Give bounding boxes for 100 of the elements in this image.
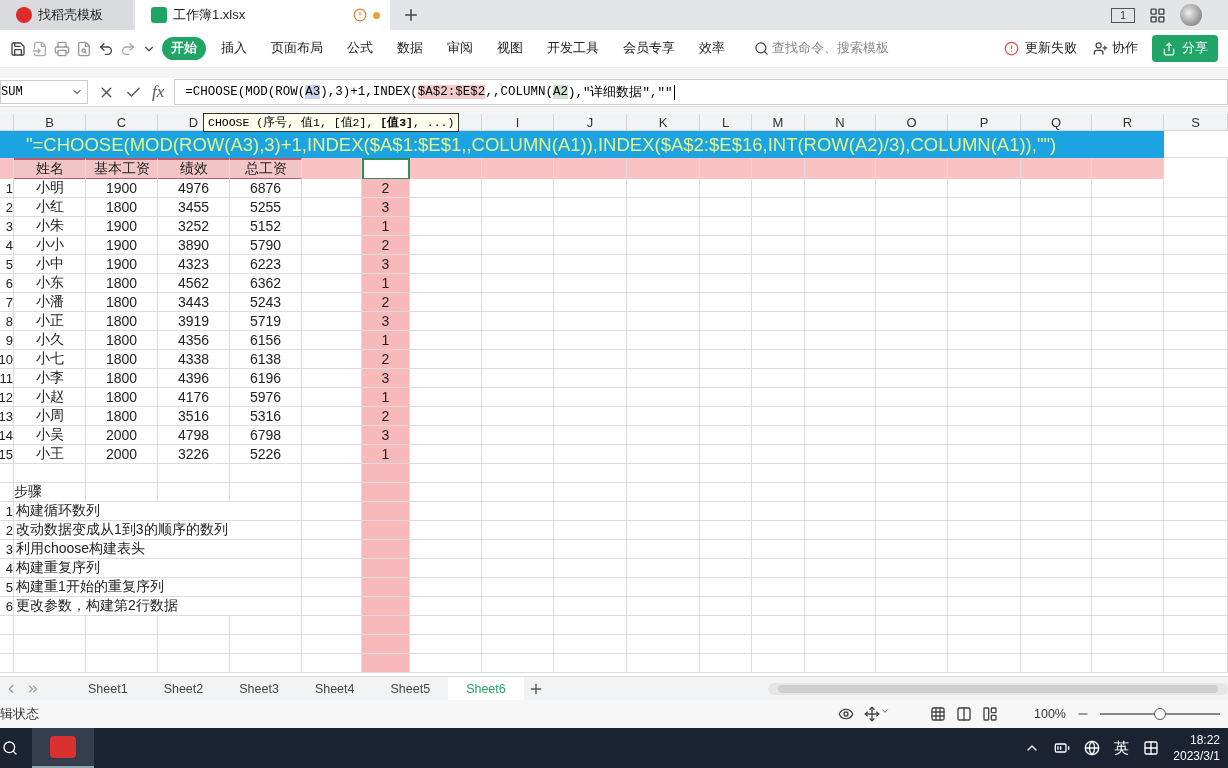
highlighted-cell — [302, 158, 362, 180]
sheet-tab[interactable]: Sheet3 — [221, 676, 297, 701]
sheet-tab[interactable]: Sheet4 — [296, 676, 373, 701]
table-cell: 3 — [362, 198, 410, 217]
highlighted-cell — [362, 578, 410, 597]
sheet-tab[interactable]: Sheet2 — [145, 676, 222, 701]
menu-tab[interactable]: 插入 — [212, 37, 256, 60]
menu-tab[interactable]: 会员专享 — [614, 37, 684, 60]
globe-icon[interactable] — [1084, 740, 1101, 756]
menu-tab[interactable]: 开发工具 — [538, 37, 608, 60]
table-cell: 小朱 — [14, 217, 86, 236]
step-text: 改动数据变成从1到3的顺序的数列 — [14, 521, 302, 540]
menu-tab[interactable]: 视图 — [488, 37, 532, 60]
name-box[interactable]: SUM — [0, 80, 88, 104]
battery-icon[interactable] — [1054, 740, 1071, 756]
column-header[interactable]: P — [948, 114, 1021, 131]
table-cell: 小东 — [14, 274, 86, 293]
window-count-icon[interactable]: 1 — [1111, 7, 1135, 23]
table-cell: 4356 — [158, 331, 230, 350]
column-header[interactable]: O — [876, 114, 948, 131]
table-cell: 小赵 — [14, 388, 86, 407]
highlighted-cell — [752, 158, 805, 180]
table-cell: 6156 — [230, 331, 302, 350]
collaborate-button[interactable]: 协作 — [1093, 40, 1138, 57]
page-layout-icon[interactable] — [956, 706, 972, 722]
formula-field[interactable]: =CHOOSE(MOD(ROW(A3),3)+1,INDEX($A$2:$E$2,,COLUMN(A2),"详细数据","" — [174, 79, 1228, 105]
table-cell: 6 — [0, 597, 14, 616]
step-text: 构建重复序列 — [14, 559, 302, 578]
table-cell: 3 — [0, 540, 14, 559]
zoom-level[interactable]: 100% — [1034, 707, 1066, 721]
function-button[interactable]: fx — [152, 82, 165, 102]
normal-view-icon[interactable] — [930, 706, 946, 722]
table-cell: 13 — [0, 407, 14, 426]
highlighted-cell — [362, 597, 410, 616]
menu-tab[interactable]: 审阅 — [438, 37, 482, 60]
input-language[interactable]: 英 — [1114, 738, 1130, 758]
warning-icon — [353, 8, 367, 22]
table-cell: 3 — [362, 369, 410, 388]
column-header[interactable]: S — [1164, 114, 1228, 131]
column-header[interactable]: K — [627, 114, 700, 131]
table-cell: 14 — [0, 426, 14, 445]
column-title: 基本工资 — [86, 158, 158, 180]
app-logo-icon — [50, 736, 76, 758]
table-cell: 10 — [0, 350, 14, 369]
save-icon[interactable] — [10, 40, 26, 57]
table-cell: 6362 — [230, 274, 302, 293]
taskbar-app-button[interactable] — [32, 728, 94, 768]
crosshair-icon[interactable] — [864, 706, 890, 722]
column-title: 姓名 — [14, 158, 86, 180]
column-header[interactable]: J — [554, 114, 627, 131]
table-cell: 4 — [0, 236, 14, 255]
document-tab[interactable]: 工作簿1.xlsx — [135, 0, 390, 30]
table-cell: 小潘 — [14, 293, 86, 312]
search-field[interactable]: 查找命令、搜索模板 — [754, 40, 889, 57]
column-header[interactable]: I — [482, 114, 554, 131]
table-cell: 3 — [362, 312, 410, 331]
table-cell: 5790 — [230, 236, 302, 255]
table-cell: 4562 — [158, 274, 230, 293]
highlighted-cell — [362, 521, 410, 540]
column-header[interactable]: N — [805, 114, 876, 131]
column-header[interactable]: Q — [1021, 114, 1092, 131]
grid-icon[interactable] — [1149, 6, 1166, 24]
table-cell: 1800 — [86, 293, 158, 312]
document-tab[interactable]: 找稻壳模板 — [0, 0, 133, 30]
column-header[interactable]: R — [1092, 114, 1164, 131]
table-cell: 小小 — [14, 236, 86, 255]
table-cell: 6876 — [230, 179, 302, 198]
horizontal-scrollbar[interactable] — [767, 682, 1228, 695]
menu-tab[interactable]: 公式 — [338, 37, 382, 60]
preview-icon[interactable] — [76, 40, 92, 57]
menu-tab[interactable]: 效率 — [690, 37, 734, 60]
column-header[interactable]: M — [752, 114, 805, 131]
print-icon[interactable] — [54, 40, 70, 57]
table-cell: 2 — [362, 236, 410, 255]
table-cell: 6798 — [230, 426, 302, 445]
undo-icon[interactable] — [98, 40, 114, 57]
cell-edit-text: "=CHOOSE(MOD(ROW(A3),3)+1,INDEX($A$1:$E$1,,COLUMN(A1)),INDEX($A$2:$E$16,INT(ROW(A2)/3),COLUMN(A1)),"") — [0, 131, 1164, 158]
column-header[interactable]: B — [14, 114, 86, 131]
table-cell: 1800 — [86, 350, 158, 369]
clock[interactable]: 18:22 2023/3/1 — [1173, 732, 1220, 764]
menu-tab[interactable]: 数据 — [388, 37, 432, 60]
table-cell: 1900 — [86, 255, 158, 274]
table-cell: 1800 — [86, 274, 158, 293]
active-cell[interactable] — [362, 158, 410, 180]
page-break-icon[interactable] — [982, 706, 998, 722]
grid-icon[interactable] — [1143, 740, 1160, 756]
table-cell: 小李 — [14, 369, 86, 388]
column-header[interactable]: L — [700, 114, 752, 131]
app-logo-icon — [16, 7, 32, 23]
eye-icon[interactable] — [838, 706, 854, 722]
menu-tab[interactable]: 页面布局 — [262, 37, 332, 60]
table-cell: 3252 — [158, 217, 230, 236]
table-cell: 小明 — [14, 179, 86, 198]
column-header[interactable]: C — [86, 114, 158, 131]
highlighted-cell — [362, 502, 410, 521]
new-tab-icon[interactable] — [402, 6, 420, 24]
sheet-tab[interactable]: Sheet1 — [70, 676, 146, 701]
table-cell: 2 — [362, 293, 410, 312]
sheet-tab[interactable]: Sheet5 — [372, 676, 449, 701]
search-icon[interactable] — [2, 740, 18, 756]
